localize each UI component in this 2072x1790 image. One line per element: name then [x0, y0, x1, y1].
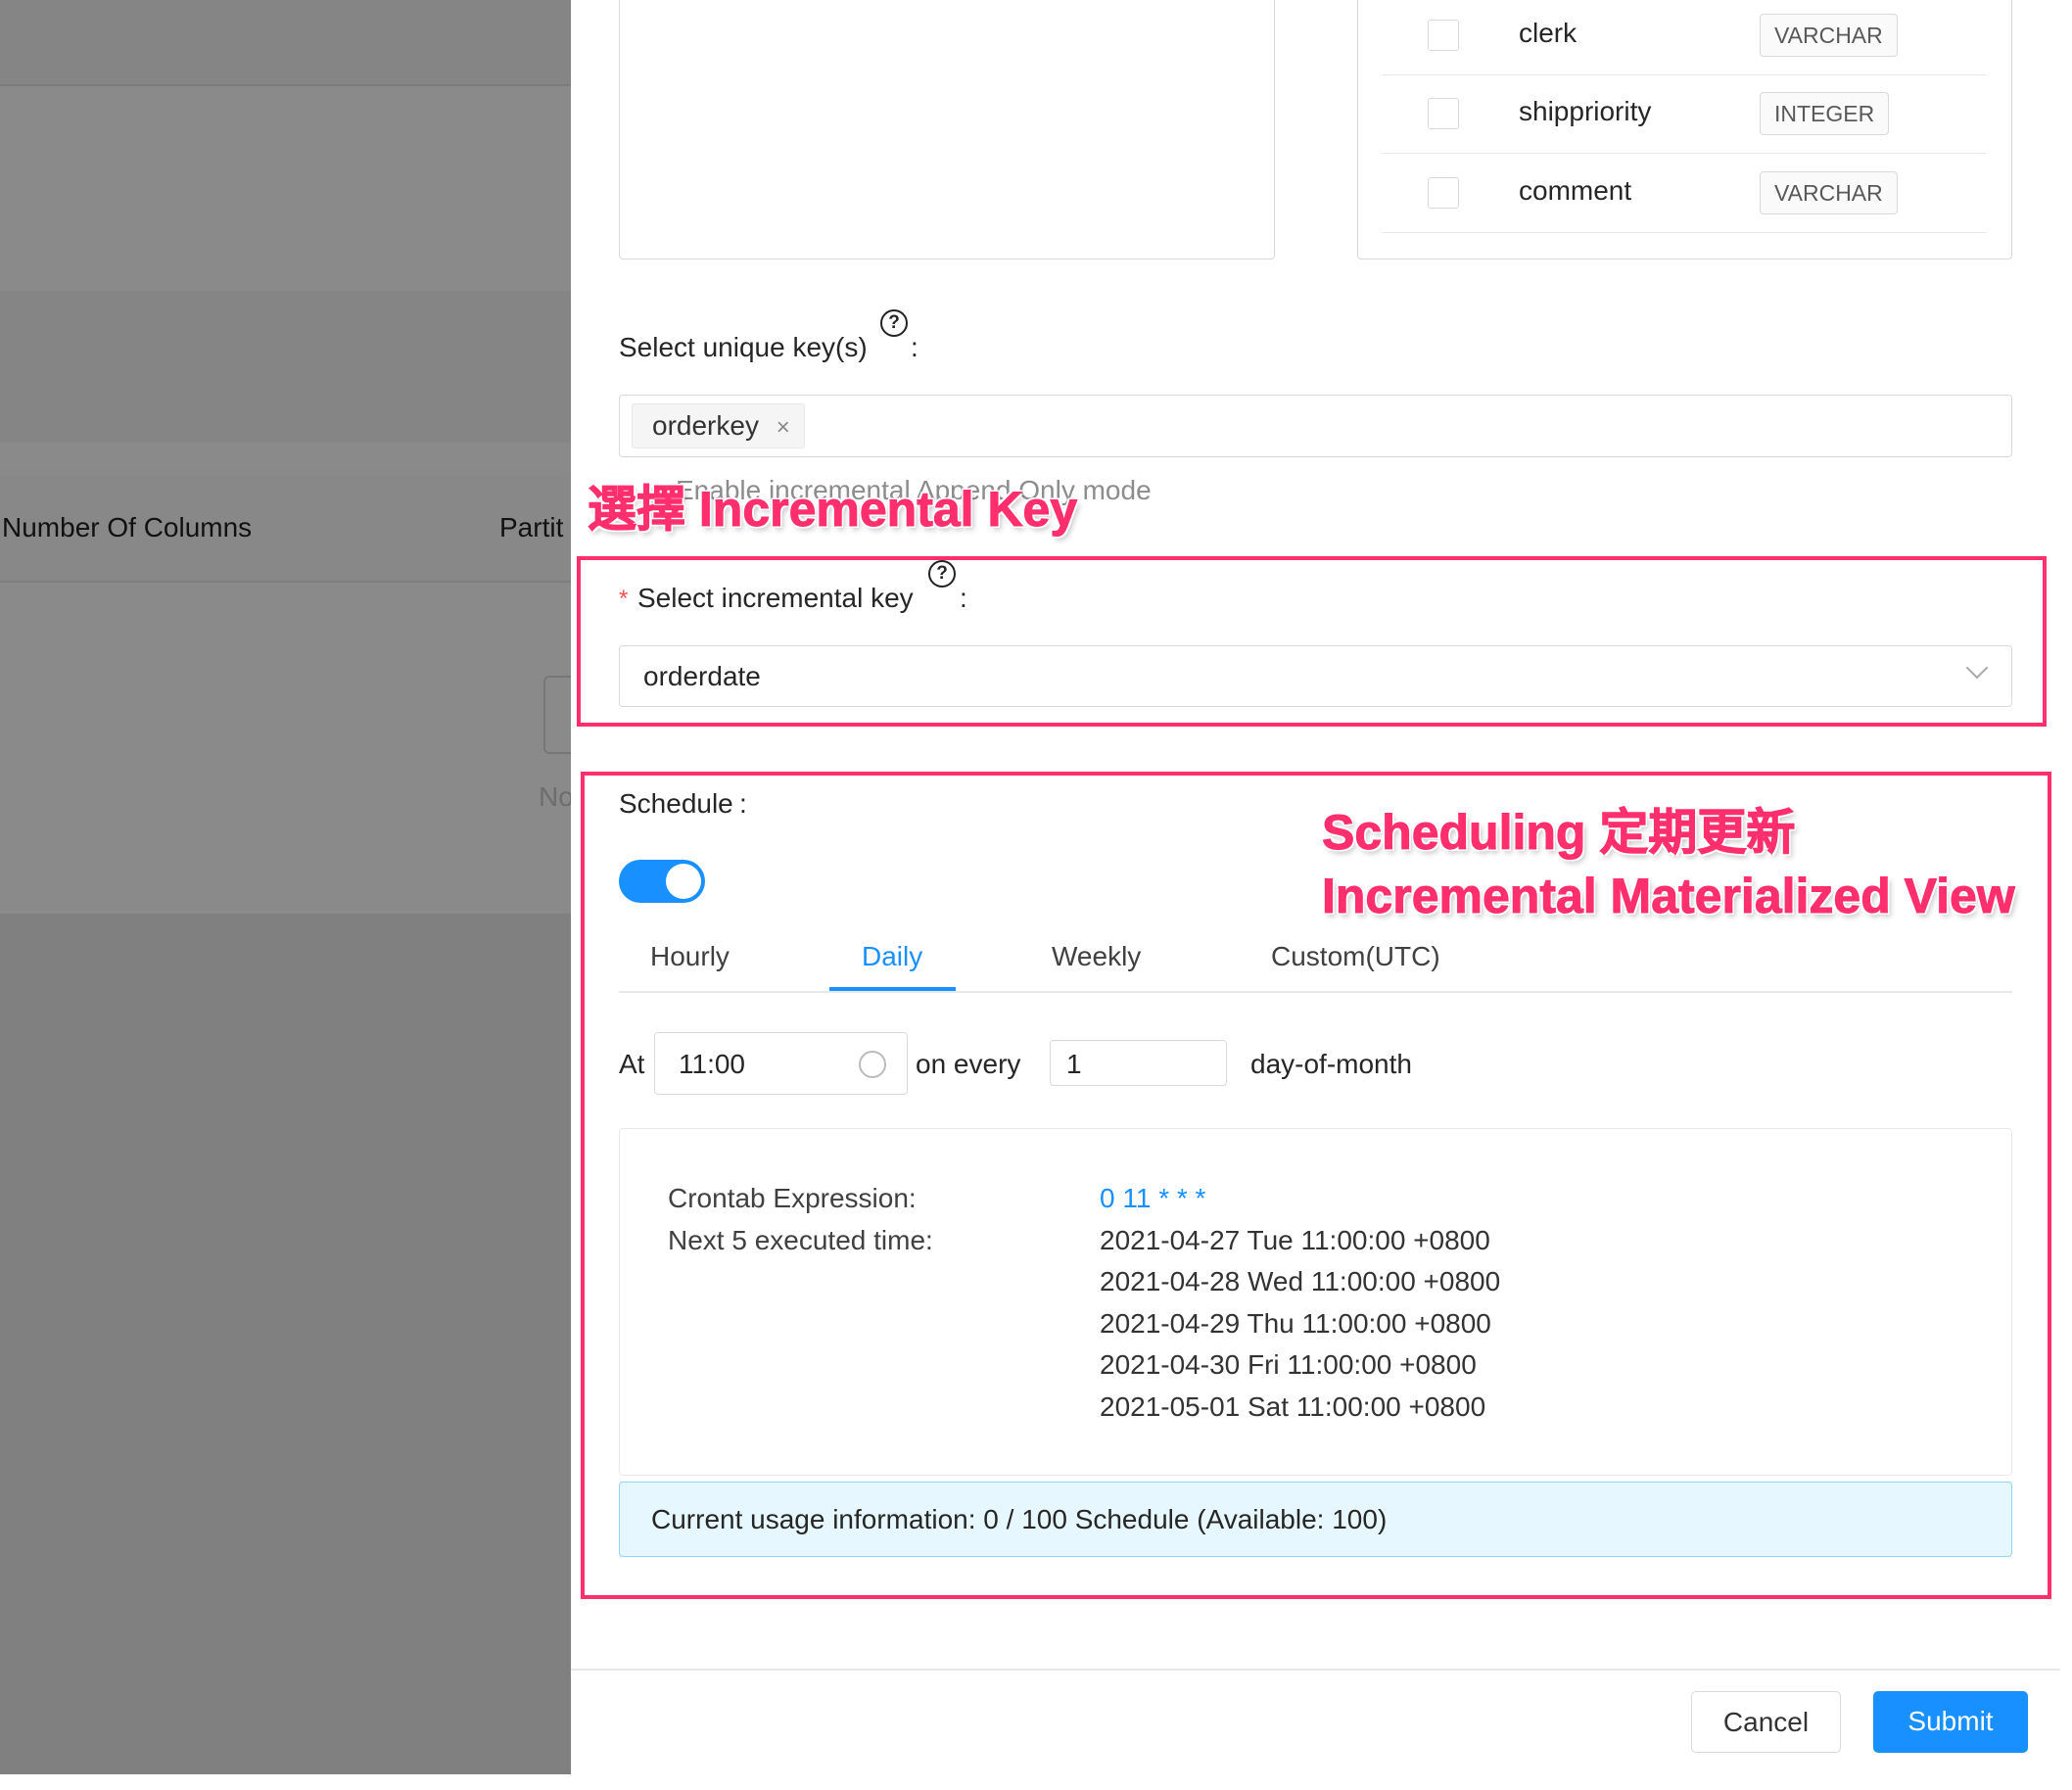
- incremental-key-label: Select incremental key: [637, 583, 914, 613]
- incremental-key-select[interactable]: orderdate: [619, 645, 2012, 707]
- column-row: clerk VARCHAR: [1383, 0, 1986, 75]
- crontab-value: 0 11 * * *: [1100, 1183, 1206, 1213]
- tab-ink-bar: [829, 987, 956, 991]
- column-type-tag: VARCHAR: [1760, 171, 1898, 214]
- bg-header: [0, 0, 571, 86]
- footer-divider: [571, 1669, 2060, 1671]
- label-colon: :: [911, 332, 918, 362]
- at-label: At: [619, 1049, 645, 1079]
- column-checkbox[interactable]: [1428, 98, 1459, 129]
- crontab-label: Crontab Expression:: [668, 1183, 917, 1213]
- column-name: shippriority: [1519, 96, 1652, 126]
- schedule-toggle[interactable]: [619, 860, 705, 903]
- tab-hourly[interactable]: Hourly: [650, 941, 730, 972]
- tab-weekly[interactable]: Weekly: [1052, 941, 1141, 972]
- tabs-divider: [619, 991, 2012, 993]
- crontab-info-panel: [619, 1128, 2012, 1476]
- clock-icon: [859, 1051, 886, 1078]
- time-value: 11:00: [679, 1049, 745, 1079]
- close-icon[interactable]: ×: [777, 414, 790, 441]
- schedule-label: Schedule: [619, 788, 733, 819]
- usage-text: Current usage information: 0 / 100 Sched…: [651, 1504, 1388, 1534]
- unique-keys-select[interactable]: orderkey ×: [619, 395, 2012, 457]
- column-header-partition: Partit: [499, 512, 564, 542]
- toggle-knob: [666, 864, 701, 899]
- column-type-tag: INTEGER: [1760, 92, 1890, 135]
- next-time: 2021-04-30 Fri 11:00:00 +0800: [1100, 1349, 1477, 1380]
- select-value: orderdate: [643, 661, 761, 691]
- question-circle-icon[interactable]: ?: [928, 560, 956, 588]
- empty-icon: [543, 676, 571, 754]
- next-time: 2021-04-29 Thu 11:00:00 +0800: [1100, 1308, 1491, 1339]
- submit-button[interactable]: Submit: [1873, 1691, 2028, 1753]
- bg-band: [0, 291, 571, 443]
- usage-alert: Current usage information: 0 / 100 Sched…: [619, 1482, 2012, 1557]
- tag-orderkey: orderkey ×: [632, 403, 805, 448]
- label-colon: :: [739, 788, 747, 819]
- column-row: comment VARCHAR: [1383, 154, 1986, 233]
- column-row: shippriority INTEGER: [1383, 74, 1986, 154]
- required-mark: *: [619, 586, 629, 612]
- column-header-count: Number Of Columns: [2, 512, 253, 542]
- on-every-label: on every: [916, 1049, 1021, 1079]
- bg-table-header: Number Of Columns Partit: [0, 475, 571, 583]
- column-checkbox[interactable]: [1428, 177, 1459, 209]
- annotation-imv: Incremental Materialized View: [1322, 869, 2016, 924]
- every-value: 1: [1066, 1049, 1082, 1079]
- tab-custom[interactable]: Custom(UTC): [1271, 941, 1440, 972]
- annotation-incremental: 選擇 Incremental Key: [587, 482, 1078, 538]
- column-name: comment: [1519, 175, 1632, 206]
- time-picker[interactable]: 11:00: [654, 1032, 908, 1095]
- next-time: 2021-04-28 Wed 11:00:00 +0800: [1100, 1266, 1501, 1296]
- tag-label: orderkey: [652, 410, 759, 441]
- tab-daily[interactable]: Daily: [862, 941, 922, 972]
- column-type-tag: VARCHAR: [1760, 14, 1898, 57]
- sql-editor-area[interactable]: [619, 0, 1275, 259]
- background-mask[interactable]: Number Of Columns Partit No: [0, 0, 571, 1774]
- cancel-button[interactable]: Cancel: [1691, 1691, 1841, 1753]
- annotation-scheduling: Scheduling 定期更新: [1321, 805, 1796, 861]
- unit-label: day-of-month: [1250, 1049, 1412, 1079]
- every-input[interactable]: 1: [1050, 1040, 1227, 1086]
- bg-lower: [0, 914, 571, 1774]
- empty-text: No: [539, 781, 571, 812]
- column-checkbox[interactable]: [1428, 20, 1459, 51]
- next-time: 2021-05-01 Sat 11:00:00 +0800: [1100, 1391, 1486, 1422]
- question-circle-icon[interactable]: ?: [880, 309, 908, 337]
- unique-keys-label: Select unique key(s): [619, 332, 868, 362]
- next-times-label: Next 5 executed time:: [668, 1225, 933, 1255]
- next-time: 2021-04-27 Tue 11:00:00 +0800: [1100, 1225, 1490, 1255]
- chevron-down-icon: [1965, 656, 1989, 680]
- column-name: clerk: [1519, 18, 1578, 48]
- label-colon: :: [960, 583, 967, 613]
